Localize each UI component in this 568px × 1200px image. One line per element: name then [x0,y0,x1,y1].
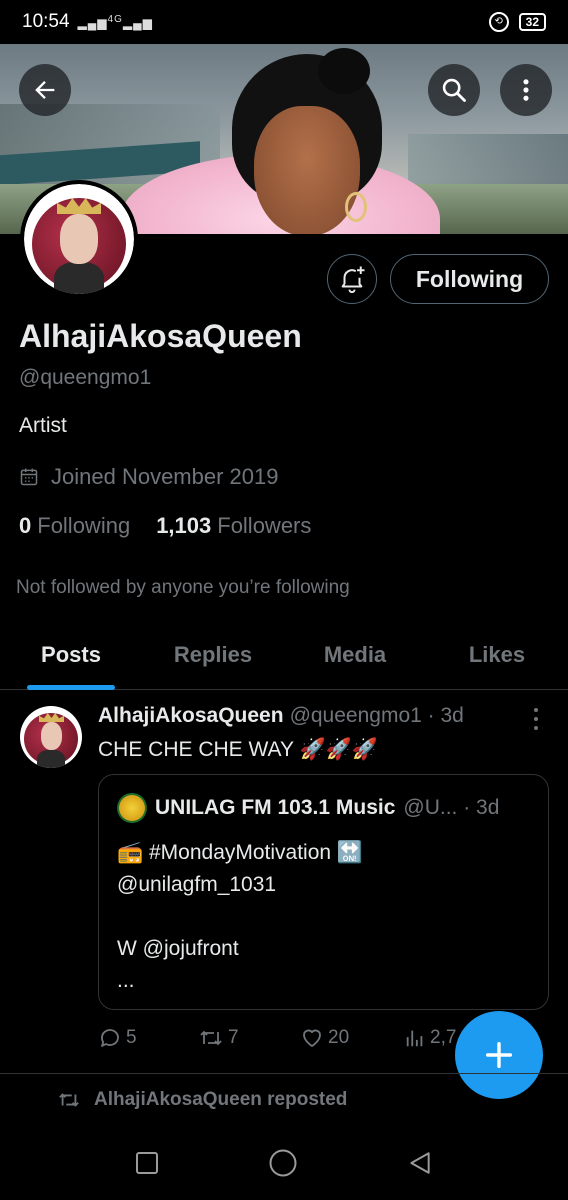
post-text: CHE CHE CHE WAY 🚀🚀🚀 [98,738,378,761]
more-dot-icon [534,708,538,713]
repost-count: 7 [228,1027,239,1048]
reply-icon [101,1029,119,1047]
repost-button[interactable]: 7 [198,1026,300,1050]
profile-avatar[interactable] [20,180,138,298]
back-button[interactable] [19,64,71,116]
status-bar: 10:54 ▂▄▆4G▂▄▆ ⟲ 32 [0,0,568,44]
quoted-post-header: UNILAG FM 103.1 Music @U... · 3d [117,793,530,823]
followers-count-link[interactable]: 1,103 Followers [156,513,311,539]
profile-handle: @queengmo1 [19,366,152,389]
views-button[interactable]: 2,7 [404,1027,456,1049]
avatar-face [60,214,98,264]
more-dot-icon [534,716,538,721]
following-count: 0 [19,513,32,538]
battery-indicator: 32 [518,13,546,31]
following-button[interactable]: Following [390,254,549,304]
banner-earring [345,192,367,222]
retweet-icon [200,1030,222,1046]
post-handle-time: @queengmo1 · 3d [289,704,464,727]
avatar-face [41,722,62,750]
network-type: 4G [107,14,123,25]
repost-notice-text: AlhajiAkosaQueen reposted [94,1089,348,1110]
search-icon [442,78,466,102]
views-icon [406,1030,423,1047]
quoted-post[interactable]: UNILAG FM 103.1 Music @U... · 3d 📻 #Mond… [98,774,549,1010]
reply-button[interactable]: 5 [98,1026,198,1050]
like-button[interactable]: 20 [300,1026,404,1050]
post-author-name[interactable]: AlhajiAkosaQueen [98,704,284,728]
triangle-back-nav-icon[interactable] [407,1149,433,1177]
quoted-author-name: UNILAG FM 103.1 Music [155,796,396,819]
tab-replies[interactable]: Replies [142,622,284,689]
avatar-body [37,750,65,768]
tab-posts[interactable]: Posts [0,622,142,690]
repost-notice: AlhajiAkosaQueen reposted [56,1089,347,1111]
quoted-post-text: 📻 #MondayMotivation 🔛 @unilagfm_1031 W @… [117,841,364,992]
bell-plus-icon [341,266,365,294]
profile-display-name: AlhajiAkosaQueen [19,318,302,354]
compose-button[interactable] [455,1011,543,1099]
followers-count: 1,103 [156,513,212,538]
post-divider [0,1073,568,1074]
heart-icon [303,1029,321,1047]
square-nav-icon[interactable] [135,1151,159,1175]
like-count: 20 [328,1027,350,1048]
post-author-avatar[interactable] [20,706,82,768]
retweet-icon [59,1093,79,1107]
calendar-icon [20,468,38,486]
avatar-body [54,262,104,294]
more-dot-icon [534,725,538,730]
tab-media[interactable]: Media [284,622,426,689]
notify-button[interactable] [327,254,377,304]
rotation-lock-icon: ⟲ [488,12,509,32]
avatar-image [24,184,134,294]
post-more-button[interactable] [524,706,548,732]
joined-text: Joined November 2019 [51,464,279,489]
system-nav-bar [0,1126,568,1200]
signal-icon: ▂▄▆4G▂▄▆ [77,14,153,30]
joined-date: Joined November 2019 [19,464,278,490]
banner-hair-bun [318,48,370,94]
views-count: 2,7 [430,1027,457,1048]
plus-icon [485,1041,513,1069]
following-count-link[interactable]: 0 Following [19,513,130,539]
quoted-author-avatar [117,793,147,823]
more-options-button[interactable] [500,64,552,116]
reply-count: 5 [126,1027,137,1048]
profile-bio: Artist [19,414,67,437]
banner-face [254,106,360,234]
tab-likes[interactable]: Likes [426,622,568,689]
circle-nav-icon[interactable] [268,1148,298,1178]
quoted-handle-time: @U... · 3d [403,796,500,819]
followers-label: Followers [217,513,312,538]
back-arrow-icon [35,81,55,99]
more-vertical-icon [523,79,529,101]
search-button[interactable] [428,64,480,116]
status-time: 10:54 [22,11,70,32]
post-header: AlhajiAkosaQueen @queengmo1 · 3d [98,704,464,728]
not-followed-notice: Not followed by anyone you’re following [16,577,350,598]
profile-tabs: Posts Replies Media Likes [0,622,568,690]
follow-counts: 0 Following 1,103 Followers [19,513,311,539]
following-label: Following [37,513,131,538]
